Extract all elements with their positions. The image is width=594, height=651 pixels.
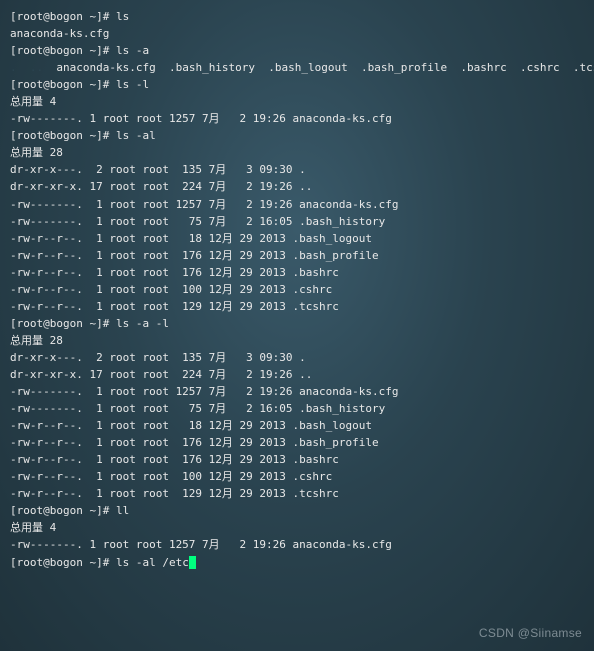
prompt: [root@bogon ~]# (10, 317, 116, 330)
list-item: dr-xr-x---. 2 root root 135 7月 3 09:30 . (10, 349, 584, 366)
output-ls: anaconda-ks.cfg (10, 25, 584, 42)
output-total: 总用量 28 (10, 332, 584, 349)
prompt: [root@bogon ~]# (10, 10, 116, 23)
output-ls-a: . .. anaconda-ks.cfg .bash_history .bash… (10, 59, 584, 76)
prompt: [root@bogon ~]# (10, 556, 116, 569)
output-total: 总用量 4 (10, 93, 584, 110)
active-prompt-line[interactable]: [root@bogon ~]# ls -al /etc (10, 554, 584, 571)
prompt: [root@bogon ~]# (10, 504, 116, 517)
cmd-ls: ls (116, 10, 129, 23)
cmd-ls-al-etc: ls -al /etc (116, 556, 189, 569)
cmd-ll: ll (116, 504, 129, 517)
list-item: -rw-------. 1 root root 75 7月 2 16:05 .b… (10, 400, 584, 417)
cmd-ls-a-l: ls -a -l (116, 317, 169, 330)
list-item: -rw-r--r--. 1 root root 176 12月 29 2013 … (10, 264, 584, 281)
cursor-icon (189, 556, 196, 569)
watermark: CSDN @Siinamse (479, 624, 582, 643)
list-item: -rw-------. 1 root root 75 7月 2 16:05 .b… (10, 213, 584, 230)
output-line: -rw-------. 1 root root 1257 7月 2 19:26 … (10, 110, 584, 127)
list-item: dr-xr-xr-x. 17 root root 224 7月 2 19:26 … (10, 366, 584, 383)
prompt: [root@bogon ~]# (10, 129, 116, 142)
list-item: -rw-r--r--. 1 root root 176 12月 29 2013 … (10, 247, 584, 264)
list-item: -rw-r--r--. 1 root root 129 12月 29 2013 … (10, 298, 584, 315)
cmd-ls-l: ls -l (116, 78, 149, 91)
list-item: -rw-------. 1 root root 1257 7月 2 19:26 … (10, 196, 584, 213)
list-item: -rw-r--r--. 1 root root 129 12月 29 2013 … (10, 485, 584, 502)
list-item: -rw-r--r--. 1 root root 100 12月 29 2013 … (10, 468, 584, 485)
list-item: -rw-r--r--. 1 root root 176 12月 29 2013 … (10, 451, 584, 468)
cmd-ls-al: ls -al (116, 129, 156, 142)
list-item: dr-xr-xr-x. 17 root root 224 7月 2 19:26 … (10, 178, 584, 195)
output-line: -rw-------. 1 root root 1257 7月 2 19:26 … (10, 536, 584, 553)
list-item: dr-xr-x---. 2 root root 135 7月 3 09:30 . (10, 161, 584, 178)
terminal-output: [root@bogon ~]# ls anaconda-ks.cfg [root… (10, 8, 584, 571)
list-item: -rw-r--r--. 1 root root 176 12月 29 2013 … (10, 434, 584, 451)
output-total: 总用量 4 (10, 519, 584, 536)
list-item: -rw-r--r--. 1 root root 18 12月 29 2013 .… (10, 230, 584, 247)
cmd-ls-a: ls -a (116, 44, 149, 57)
list-item: -rw-r--r--. 1 root root 100 12月 29 2013 … (10, 281, 584, 298)
output-total: 总用量 28 (10, 144, 584, 161)
prompt: [root@bogon ~]# (10, 44, 116, 57)
prompt: [root@bogon ~]# (10, 78, 116, 91)
list-item: -rw-r--r--. 1 root root 18 12月 29 2013 .… (10, 417, 584, 434)
list-item: -rw-------. 1 root root 1257 7月 2 19:26 … (10, 383, 584, 400)
